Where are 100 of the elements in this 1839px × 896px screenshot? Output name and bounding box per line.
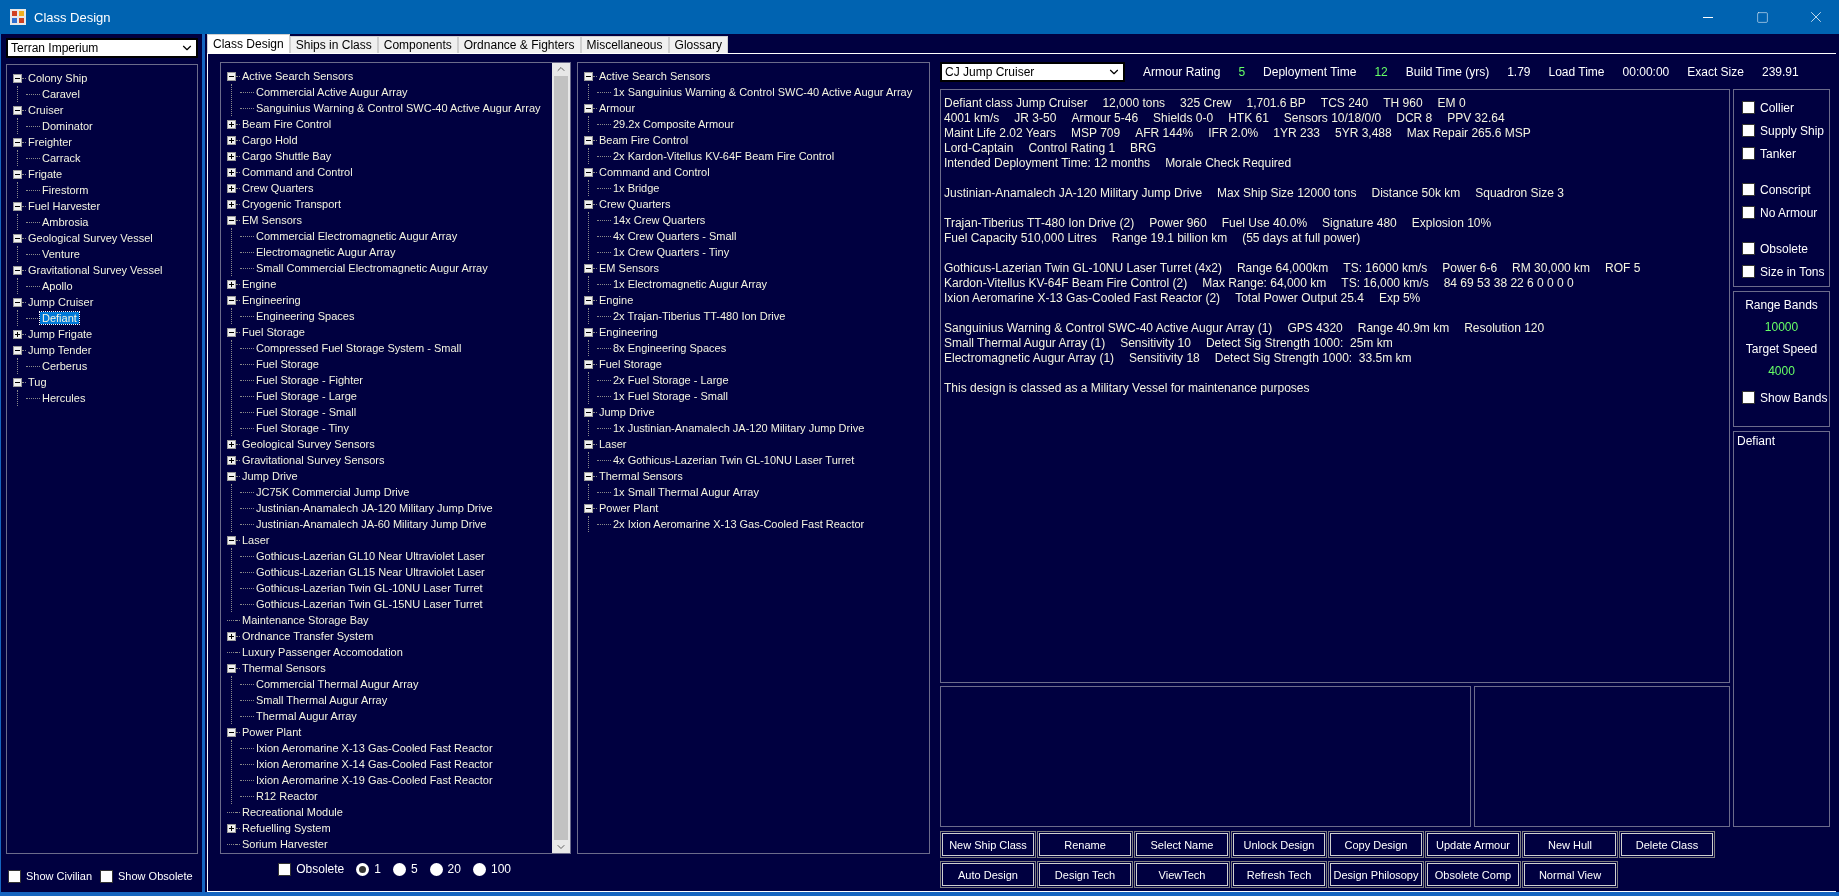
tree-item[interactable]: Laser: [597, 438, 629, 450]
collapse-icon[interactable]: [584, 359, 593, 369]
collapse-icon[interactable]: [584, 263, 593, 273]
tree-item[interactable]: Venture: [40, 248, 82, 260]
tree-item[interactable]: Carrack: [40, 152, 83, 164]
tree-item[interactable]: Jump Cruiser: [26, 296, 96, 308]
tree-item[interactable]: Engine: [597, 294, 636, 306]
tree-item[interactable]: Beam Fire Control: [240, 118, 334, 130]
tab[interactable]: Components: [377, 36, 458, 53]
tree-item[interactable]: Small Commercial Electromagnetic Augur Array: [254, 262, 490, 274]
action-button[interactable]: ViewTech: [1134, 861, 1230, 888]
collapse-icon[interactable]: [584, 199, 593, 209]
class-dropdown[interactable]: CJ Jump Cruiser: [940, 62, 1125, 82]
tree-item[interactable]: Fuel Storage: [597, 358, 664, 370]
tree-item[interactable]: Thermal Augur Array: [254, 710, 359, 722]
collapse-icon[interactable]: [227, 471, 236, 481]
tree-item[interactable]: Dominator: [40, 120, 95, 132]
collapse-icon[interactable]: [13, 297, 22, 307]
tree-item[interactable]: 2x Kardon-Vitellus KV-64F Beam Fire Control: [611, 150, 837, 162]
tree-item[interactable]: Compressed Fuel Storage System - Small: [254, 342, 464, 354]
action-button[interactable]: Rename: [1037, 831, 1133, 858]
tree-item[interactable]: Sanguinius Warning & Control SWC-40 Active Augur Array: [254, 102, 543, 114]
tree-item[interactable]: Ixion Aeromarine X-14 Gas-Cooled Fast Reactor: [254, 758, 495, 770]
tree-item[interactable]: EM Sensors: [597, 262, 661, 274]
tree-item[interactable]: Defiant: [40, 312, 79, 324]
action-button[interactable]: Refresh Tech: [1231, 861, 1327, 888]
checkbox[interactable]: Obsolete: [1742, 241, 1809, 256]
tab[interactable]: Ordnance & Fighters: [457, 36, 581, 53]
tab[interactable]: Glossary: [668, 36, 728, 53]
tree-item[interactable]: Crew Quarters: [240, 182, 316, 194]
tree-item[interactable]: Cruiser: [26, 104, 66, 116]
collapse-icon[interactable]: [13, 377, 22, 387]
tree-item[interactable]: Ambrosia: [40, 216, 91, 228]
tree-item[interactable]: 1x Electromagnetic Augur Array: [611, 278, 770, 290]
tree-item[interactable]: Ixion Aeromarine X-13 Gas-Cooled Fast Reactor: [254, 742, 495, 754]
tree-item[interactable]: Gothicus-Lazerian Twin GL-10NU Laser Turret: [254, 582, 485, 594]
checkbox[interactable]: Collier: [1742, 100, 1794, 115]
checkbox[interactable]: Tanker: [1742, 146, 1797, 161]
action-button[interactable]: Select Name: [1134, 831, 1230, 858]
collapse-icon[interactable]: [13, 265, 22, 275]
collapse-icon[interactable]: [584, 471, 593, 481]
tree-item[interactable]: Fuel Storage - Small: [254, 406, 359, 418]
tree-item[interactable]: Gravitational Survey Vessel: [26, 264, 165, 276]
action-button[interactable]: Normal View: [1522, 861, 1618, 888]
action-button[interactable]: Obsolete Comp: [1425, 861, 1521, 888]
tree-item[interactable]: Commercial Thermal Augur Array: [254, 678, 421, 690]
tree-item[interactable]: Recreational Module: [240, 806, 345, 818]
tab[interactable]: Ships in Class: [289, 36, 378, 53]
tree-item[interactable]: Cerberus: [40, 360, 90, 372]
expand-icon[interactable]: [227, 823, 236, 833]
tree-item[interactable]: Command and Control: [240, 166, 355, 178]
tree-item[interactable]: Apollo: [40, 280, 75, 292]
tree-item[interactable]: Fuel Storage - Tiny: [254, 422, 351, 434]
collapse-icon[interactable]: [13, 201, 22, 211]
collapse-icon[interactable]: [227, 663, 236, 673]
action-button[interactable]: Design Tech: [1037, 861, 1133, 888]
collapse-icon[interactable]: [13, 233, 22, 243]
collapse-icon[interactable]: [584, 71, 593, 81]
collapse-icon[interactable]: [227, 295, 236, 305]
expand-icon[interactable]: [227, 183, 236, 193]
tree-item[interactable]: Caravel: [40, 88, 82, 100]
tree-item[interactable]: Fuel Storage: [240, 326, 307, 338]
checkbox[interactable]: No Armour: [1742, 205, 1818, 220]
collapse-icon[interactable]: [227, 727, 236, 737]
tree-item[interactable]: 29.2x Composite Armour: [611, 118, 737, 130]
expand-icon[interactable]: [227, 631, 236, 641]
tab[interactable]: Miscellaneous: [580, 36, 669, 53]
collapse-icon[interactable]: [13, 345, 22, 355]
tree-item[interactable]: Laser: [240, 534, 272, 546]
tree-item[interactable]: Geological Survey Vessel: [26, 232, 155, 244]
tree-item[interactable]: Justinian-Anamalech JA-60 Military Jump Drive: [254, 518, 489, 530]
checkbox[interactable]: Size in Tons: [1742, 264, 1825, 279]
tree-item[interactable]: Freighter: [26, 136, 75, 148]
tree-item[interactable]: Jump Frigate: [26, 328, 95, 340]
checkbox[interactable]: Obsolete: [278, 862, 345, 876]
tree-item[interactable]: Gravitational Survey Sensors: [240, 454, 387, 466]
tree-item[interactable]: EM Sensors: [240, 214, 304, 226]
tree-item[interactable]: Cryogenic Transport: [240, 198, 344, 210]
tree-item[interactable]: 4x Gothicus-Lazerian Twin GL-10NU Laser Turret: [611, 454, 857, 466]
expand-icon[interactable]: [227, 199, 236, 209]
tree-item[interactable]: Gothicus-Lazerian Twin GL-15NU Laser Turret: [254, 598, 485, 610]
tree-item[interactable]: Engineering: [597, 326, 660, 338]
collapse-icon[interactable]: [584, 103, 593, 113]
tree-item[interactable]: Gothicus-Lazerian GL15 Near Ultraviolet Laser: [254, 566, 487, 578]
action-button[interactable]: Unlock Design: [1231, 831, 1327, 858]
tree-item[interactable]: 2x Fuel Storage - Large: [611, 374, 731, 386]
tree-item[interactable]: Fuel Storage: [254, 358, 321, 370]
expand-icon[interactable]: [227, 439, 236, 449]
tree-item[interactable]: 4x Crew Quarters - Small: [611, 230, 739, 242]
tree-item[interactable]: 2x Trajan-Tiberius TT-480 Ion Drive: [611, 310, 788, 322]
tree-item[interactable]: Fuel Harvester: [26, 200, 103, 212]
tree-item[interactable]: Jump Drive: [240, 470, 300, 482]
tree-item[interactable]: Cargo Hold: [240, 134, 300, 146]
action-button[interactable]: Update Armour: [1425, 831, 1521, 858]
tree-item[interactable]: 1x Bridge: [611, 182, 662, 194]
expand-icon[interactable]: [13, 329, 22, 339]
tree-item[interactable]: R12 Reactor: [254, 790, 320, 802]
tree-item[interactable]: Cargo Shuttle Bay: [240, 150, 334, 162]
action-button[interactable]: Design Philosopy: [1328, 861, 1424, 888]
checkbox[interactable]: Conscript: [1742, 182, 1811, 197]
